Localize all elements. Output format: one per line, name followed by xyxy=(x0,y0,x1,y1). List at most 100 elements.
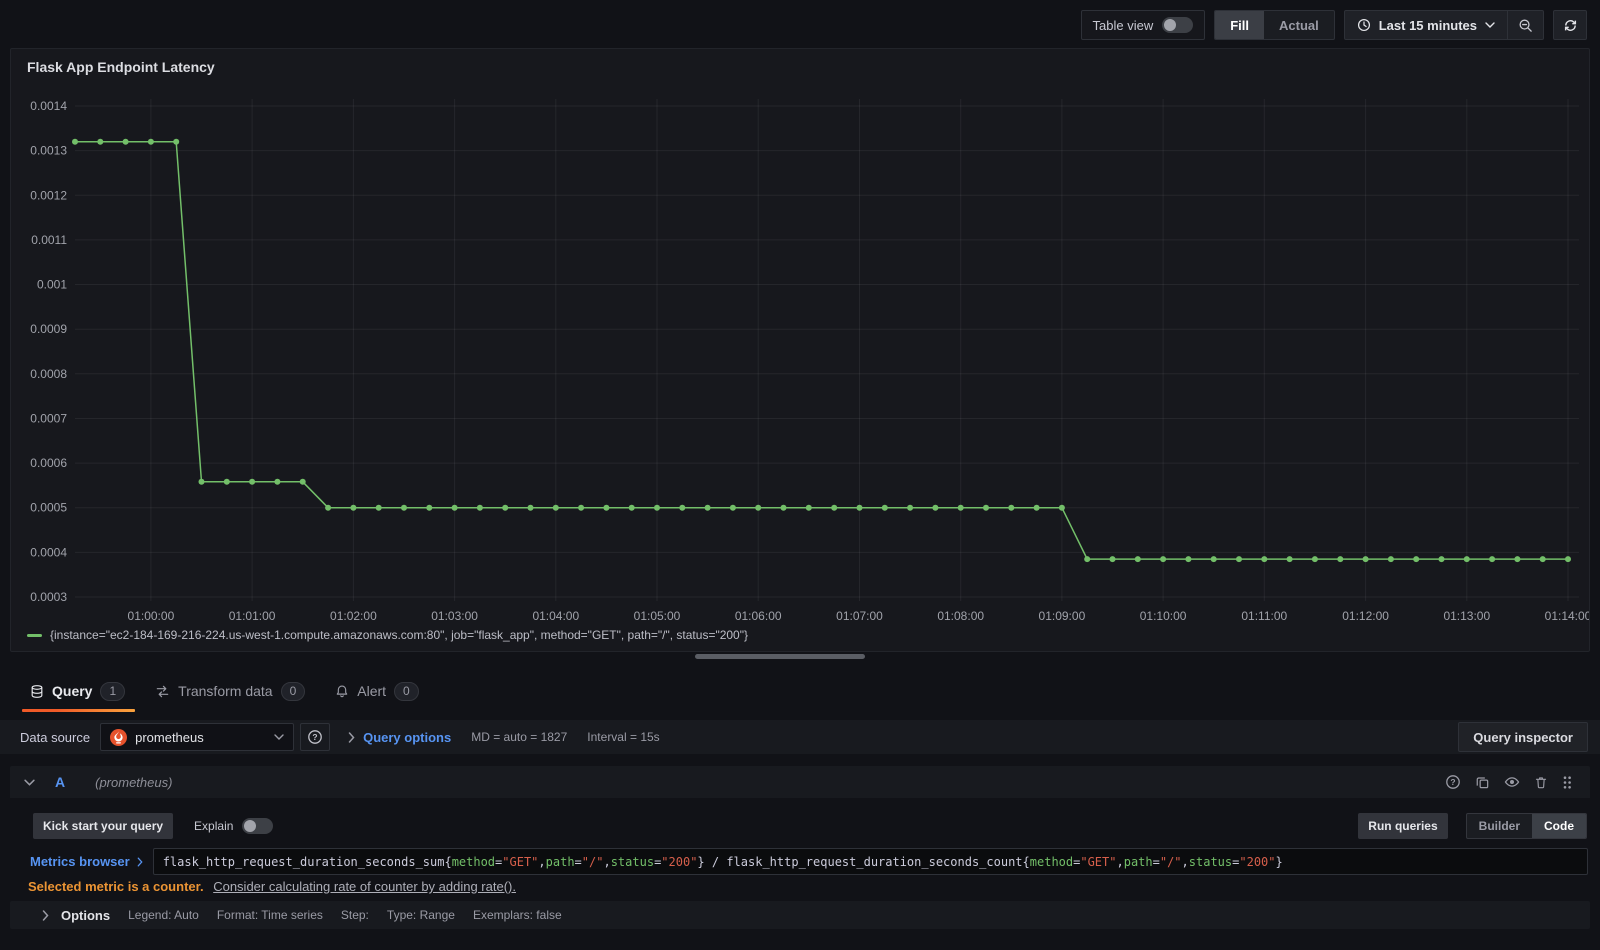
promql-expression-input[interactable]: flask_http_request_duration_seconds_sum{… xyxy=(152,848,1588,875)
data-point xyxy=(1033,504,1040,511)
refresh-icon xyxy=(1563,18,1578,33)
data-point xyxy=(147,138,154,145)
clock-icon xyxy=(1357,18,1371,32)
tab-transform-data[interactable]: Transform data 0 xyxy=(155,670,306,712)
refresh-button[interactable] xyxy=(1553,10,1587,40)
data-point xyxy=(1084,556,1091,563)
chevron-right-icon[interactable] xyxy=(348,731,355,743)
tab-query-label: Query xyxy=(52,683,93,699)
query-row-actions: ? xyxy=(1445,774,1572,790)
data-point xyxy=(249,478,256,485)
actual-button[interactable]: Actual xyxy=(1264,11,1334,39)
data-point xyxy=(780,504,787,511)
builder-mode-button[interactable]: Builder xyxy=(1467,814,1532,838)
promql-token-string: "200" xyxy=(661,854,698,869)
counter-warning-row: Selected metric is a counter. Consider c… xyxy=(28,879,516,894)
latency-panel: Flask App Endpoint Latency 0.0014 0.0013 0… xyxy=(10,48,1590,652)
y-tick-label: 0.0003 xyxy=(30,590,67,604)
delete-query-trash-icon[interactable] xyxy=(1534,775,1548,790)
data-point xyxy=(603,504,610,511)
datasource-row: Data source prometheus ? Query options M… xyxy=(0,720,1600,754)
question-circle-icon: ? xyxy=(307,729,323,745)
datasource-help-button[interactable]: ? xyxy=(300,723,331,751)
promql-token-label: method xyxy=(1029,854,1074,869)
hide-query-eye-icon[interactable] xyxy=(1504,774,1520,790)
y-tick-label: 0.0014 xyxy=(30,99,67,113)
horizontal-scrollbar-thumb[interactable] xyxy=(695,654,865,659)
promql-token-label: status xyxy=(610,854,655,869)
data-point xyxy=(426,504,433,511)
chevron-right-icon[interactable] xyxy=(42,909,49,921)
editor-tabs: Query 1 Transform data 0 Alert 0 xyxy=(0,670,1600,712)
data-point xyxy=(578,504,585,511)
data-point xyxy=(628,504,635,511)
data-point xyxy=(1109,556,1116,563)
chevron-down-icon xyxy=(1485,22,1495,28)
data-point xyxy=(1210,556,1217,563)
data-point xyxy=(1514,556,1521,563)
duplicate-query-icon[interactable] xyxy=(1475,775,1490,790)
table-view-toggle[interactable] xyxy=(1162,17,1194,33)
x-tick-label: 01:03:00 xyxy=(431,609,478,623)
promql-token-plain: = xyxy=(654,854,662,869)
y-tick-label: 0.0012 xyxy=(30,188,67,202)
x-tick-label: 01:07:00 xyxy=(836,609,883,623)
data-point xyxy=(350,504,357,511)
drag-handle-icon[interactable] xyxy=(1562,775,1572,790)
data-point xyxy=(957,504,964,511)
counter-warning-text: Selected metric is a counter. xyxy=(28,879,204,894)
metrics-browser-button[interactable]: Metrics browser xyxy=(30,848,153,875)
run-queries-button[interactable]: Run queries xyxy=(1358,813,1448,839)
fill-button[interactable]: Fill xyxy=(1215,11,1264,39)
builder-code-switch: Builder Code xyxy=(1465,813,1587,839)
chart-legend[interactable]: {instance="ec2-184-169-216-224.us-west-1… xyxy=(27,628,748,642)
legend-series-marker xyxy=(27,633,42,637)
query-options-link[interactable]: Query options xyxy=(363,730,451,745)
data-point xyxy=(502,504,509,511)
data-point xyxy=(704,504,711,511)
explain-toggle[interactable] xyxy=(242,818,274,834)
query-inspector-button[interactable]: Query inspector xyxy=(1458,722,1588,752)
code-mode-button[interactable]: Code xyxy=(1532,814,1586,838)
x-tick-label: 01:08:00 xyxy=(937,609,984,623)
data-point xyxy=(1185,556,1192,563)
promql-token-plain: } / flask_http_request_duration_seconds_… xyxy=(697,854,1030,869)
query-toolbar-row: Kick start your query Explain Run querie… xyxy=(33,813,1587,839)
chevron-down-icon xyxy=(274,734,284,740)
add-rate-hint-link[interactable]: Consider calculating rate of counter by … xyxy=(213,879,516,894)
promql-token-plain: = xyxy=(1073,854,1081,869)
panel-title: Flask App Endpoint Latency xyxy=(27,59,215,75)
tab-transform-label: Transform data xyxy=(178,683,273,699)
data-point xyxy=(856,504,863,511)
zoom-out-button[interactable] xyxy=(1507,11,1543,39)
datasource-select[interactable]: prometheus xyxy=(100,723,295,751)
collapse-chevron-icon[interactable] xyxy=(24,779,35,786)
data-point xyxy=(1134,556,1141,563)
tab-alert[interactable]: Alert 0 xyxy=(335,670,419,712)
latency-chart[interactable]: 0.0014 0.0013 0.0012 0.0011 0.001 0.0009 0.000… xyxy=(11,49,1589,651)
data-point xyxy=(805,504,812,511)
x-tick-label: 01:10:00 xyxy=(1140,609,1187,623)
x-tick-label: 01:06:00 xyxy=(735,609,782,623)
promql-token-plain: = xyxy=(1232,854,1240,869)
help-icon[interactable]: ? xyxy=(1445,774,1461,790)
datasource-selected-value: prometheus xyxy=(135,729,204,745)
data-point xyxy=(1565,556,1571,563)
promql-token-plain: = xyxy=(495,854,503,869)
query-a-header[interactable]: A (prometheus) ? xyxy=(10,766,1590,798)
chevron-right-icon xyxy=(137,857,143,867)
x-tick-label: 01:00:00 xyxy=(128,609,175,623)
tab-query[interactable]: Query 1 xyxy=(21,670,136,712)
query-options-summary-row[interactable]: Options Legend: Auto Format: Time series… xyxy=(10,901,1590,929)
data-point xyxy=(654,504,660,511)
time-range-button[interactable]: Last 15 minutes xyxy=(1345,11,1507,39)
datasource-label: Data source xyxy=(20,729,91,745)
data-point xyxy=(72,138,78,145)
data-point xyxy=(97,138,104,145)
kick-start-query-button[interactable]: Kick start your query xyxy=(33,813,174,839)
promql-token-plain: = xyxy=(574,854,582,869)
time-range-label: Last 15 minutes xyxy=(1378,17,1477,33)
latency-series-line xyxy=(75,140,1568,560)
data-point xyxy=(679,504,686,511)
options-type: Type: Range xyxy=(386,908,455,922)
